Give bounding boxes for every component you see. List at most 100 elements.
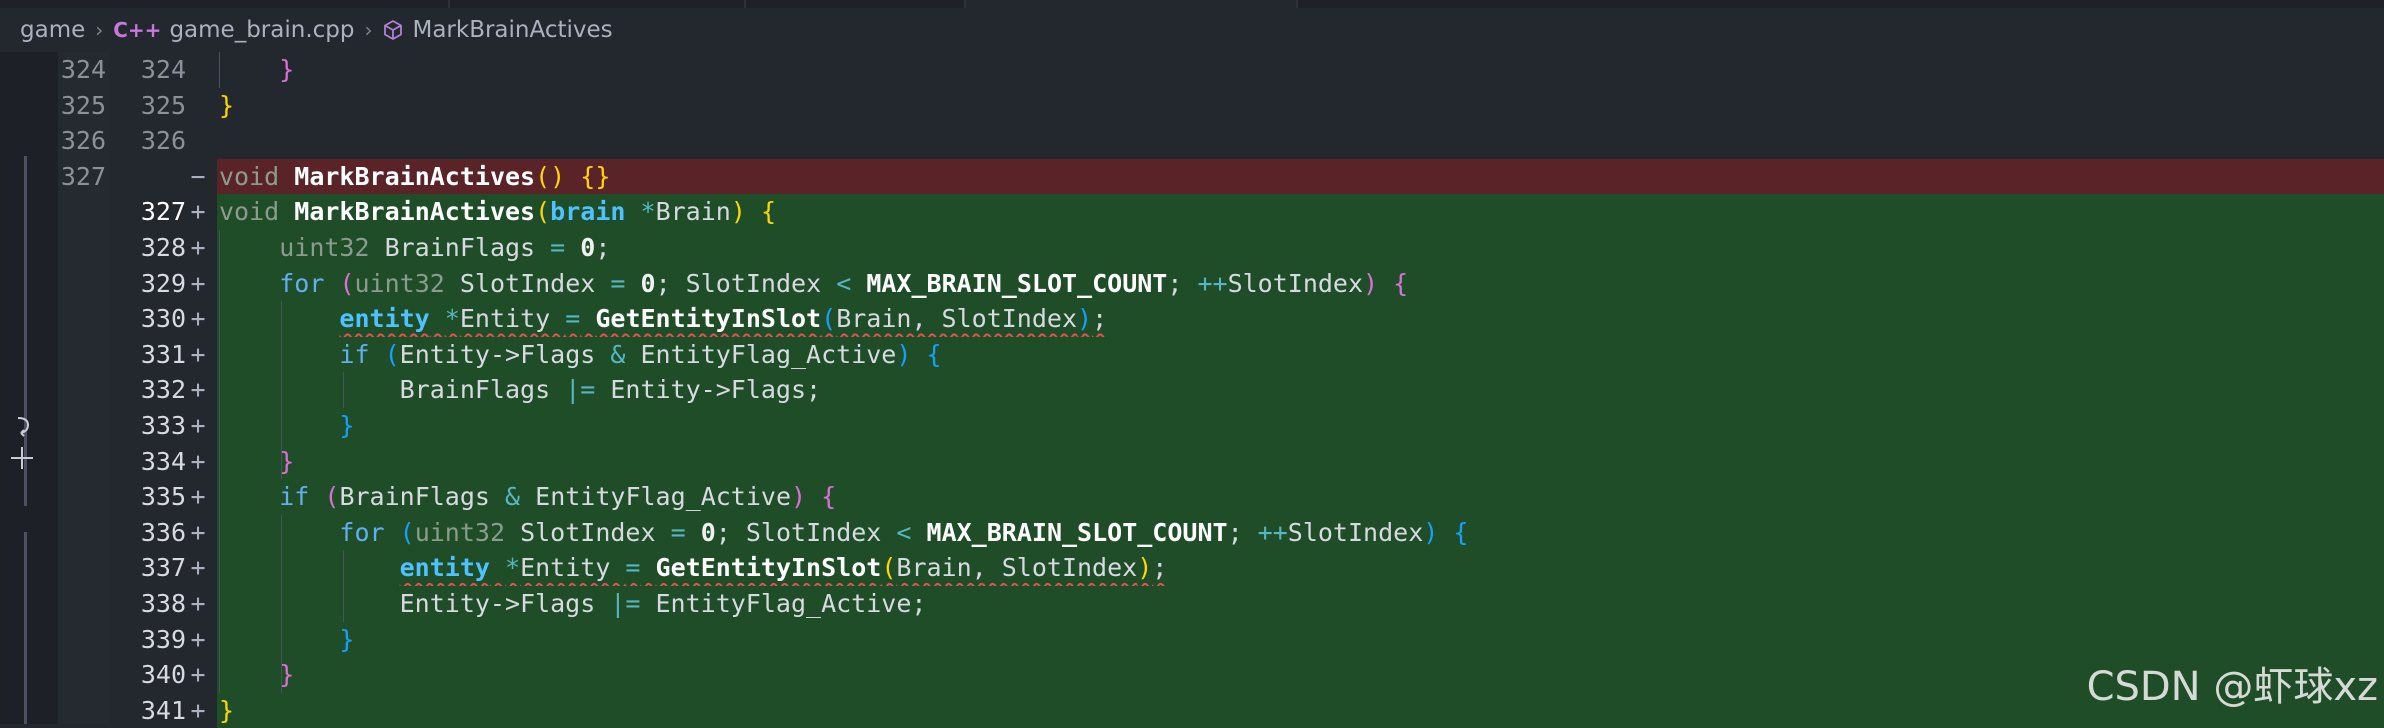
breadcrumb-symbol[interactable]: MarkBrainActives — [412, 17, 612, 43]
code-line[interactable]: 327 + void MarkBrainActives(brain *Brain) … — [0, 194, 2384, 230]
code-line[interactable]: 340 + } — [0, 657, 2384, 693]
code-line[interactable]: 326 326 — [0, 123, 2384, 159]
breadcrumb-folder[interactable]: game — [20, 17, 85, 43]
modified-line-number: 336 — [140, 517, 186, 547]
modified-line-number: 327 — [140, 197, 186, 227]
code-text[interactable]: Entity->Flags |= EntityFlag_Active; — [217, 586, 2384, 622]
code-token: ( — [339, 268, 355, 298]
code-token: for — [279, 268, 325, 298]
code-line[interactable]: 324 324 } — [0, 52, 2384, 88]
added-marker: + — [190, 589, 206, 618]
original-line-number: 325 — [60, 90, 106, 120]
code-text[interactable]: void MarkBrainActives() {} — [217, 158, 2384, 195]
code-token: ++ — [1257, 517, 1288, 547]
modified-line-number: 331 — [140, 339, 186, 369]
modified-line-number: 338 — [140, 589, 186, 618]
code-text[interactable]: } — [217, 621, 2384, 658]
code-token: MAX_BRAIN_SLOT_COUNT — [866, 268, 1168, 298]
code-line[interactable]: 335 + if (BrainFlags & EntityFlag_Active)… — [0, 479, 2384, 515]
code-token: = — [625, 553, 641, 583]
code-text[interactable]: } — [217, 443, 2384, 480]
code-token: EntityFlag_Active; — [640, 589, 927, 618]
added-marker: + — [190, 411, 206, 440]
code-text[interactable]: uint32 BrainFlags = 0; — [217, 230, 2384, 266]
code-text[interactable] — [217, 123, 2384, 159]
cpp-file-icon: C++ — [113, 18, 162, 42]
code-token: SlotIndex — [505, 517, 671, 547]
code-token: = — [610, 268, 626, 298]
code-line[interactable]: 333 + } — [0, 408, 2384, 444]
code-token: MAX_BRAIN_SLOT_COUNT — [926, 517, 1228, 547]
code-token: } — [219, 695, 235, 725]
code-text[interactable]: } — [217, 692, 2384, 728]
code-line[interactable]: 325 325} — [0, 88, 2384, 124]
added-marker: + — [190, 375, 206, 405]
code-line[interactable]: 334 + } — [0, 443, 2384, 480]
code-line[interactable]: 339 + } — [0, 621, 2384, 658]
code-token: 0 — [580, 233, 596, 262]
code-token: uint32 — [279, 233, 370, 262]
chevron-right-icon: › — [95, 18, 104, 42]
code-line[interactable]: 337 + entity *Entity = GetEntityInSlot(Br… — [0, 550, 2384, 586]
code-token: ; — [595, 233, 611, 262]
code-token: ( — [399, 517, 415, 547]
diff-editor[interactable]: 324 324 } 325 325} 326 326 327− void MarkBrainA… — [0, 52, 2384, 728]
code-line[interactable]: 336 + for (uint32 SlotIndex = 0; SlotInde… — [0, 514, 2384, 551]
code-line[interactable]: 331 + if (Entity->Flags & EntityFlag_Acti… — [0, 336, 2384, 373]
added-marker: + — [190, 553, 206, 583]
code-text[interactable]: if (BrainFlags & EntityFlag_Active) { — [217, 479, 2384, 515]
added-marker: + — [190, 517, 206, 547]
code-text[interactable]: entity *Entity = GetEntityInSlot(Brain, … — [217, 301, 2384, 337]
code-line[interactable]: 329 + for (uint32 SlotIndex = 0; SlotInde… — [0, 265, 2384, 302]
code-token: brain — [550, 197, 626, 227]
code-text[interactable]: if (Entity->Flags & EntityFlag_Active) { — [217, 336, 2384, 373]
code-line[interactable]: 328 + uint32 BrainFlags = 0; — [0, 230, 2384, 266]
code-text[interactable]: entity *Entity = GetEntityInSlot(Brain, … — [217, 550, 2384, 586]
code-text[interactable]: } — [217, 408, 2384, 444]
code-token: BrainFlags — [369, 233, 551, 262]
code-text[interactable]: void MarkBrainActives(brain *Brain) { — [217, 194, 2384, 230]
code-text[interactable]: } — [217, 657, 2384, 693]
code-token: { — [821, 482, 837, 512]
code-token: MarkBrainActives — [294, 161, 536, 191]
code-token: { — [1453, 517, 1469, 547]
code-token: entity — [339, 304, 430, 334]
code-text[interactable]: for (uint32 SlotIndex = 0; SlotIndex < M… — [217, 514, 2384, 551]
code-line[interactable]: 332 + BrainFlags |= Entity->Flags; — [0, 372, 2384, 408]
added-marker: + — [190, 624, 206, 654]
code-token: Entity->Flags — [399, 339, 611, 369]
added-marker: + — [190, 233, 206, 262]
indent-guide — [219, 230, 220, 693]
code-token: entity — [399, 553, 490, 583]
code-token: {} — [580, 161, 611, 191]
code-token: { — [1393, 268, 1409, 298]
code-line[interactable]: 341 +} — [0, 692, 2384, 728]
code-token: } — [279, 55, 295, 84]
original-line-number: 327 — [60, 161, 106, 191]
modified-line-number: 339 — [140, 624, 186, 654]
code-token: for — [339, 517, 385, 547]
code-token: } — [339, 624, 355, 654]
code-line[interactable]: 330 + entity *Entity = GetEntityInSlot(Br… — [0, 301, 2384, 337]
code-text[interactable]: } — [217, 88, 2384, 124]
code-text[interactable]: } — [217, 52, 2384, 88]
code-text[interactable]: for (uint32 SlotIndex = 0; SlotIndex < M… — [217, 265, 2384, 302]
code-line[interactable]: 327 − void MarkBrainActives() {} — [0, 158, 2384, 195]
code-line[interactable]: 338 + Entity->Flags |= EntityFlag_Active; — [0, 586, 2384, 622]
code-text[interactable]: BrainFlags |= Entity->Flags; — [217, 372, 2384, 408]
code-token: * — [640, 197, 656, 227]
breadcrumb-file[interactable]: game_brain.cpp — [169, 17, 354, 43]
